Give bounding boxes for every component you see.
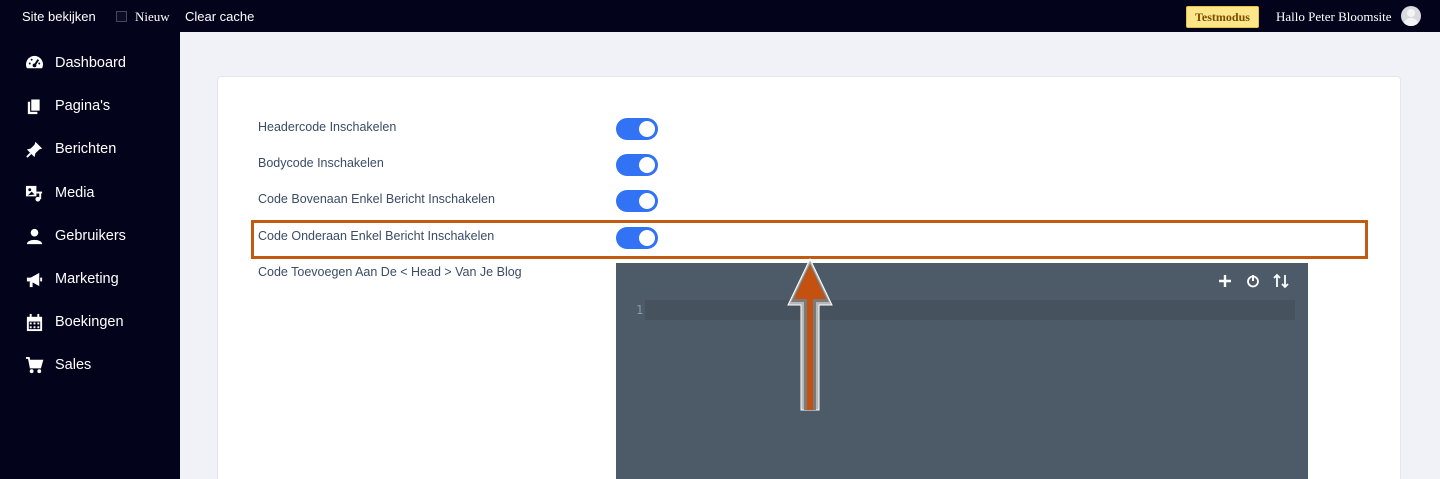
sidebar: Dashboard Pagina's Berichten Media Gebru… — [0, 32, 180, 479]
sidebar-item-media[interactable]: Media — [0, 178, 180, 208]
sidebar-item-label: Marketing — [55, 271, 119, 287]
sidebar-item-bookings[interactable]: Boekingen — [0, 307, 180, 337]
code-editor[interactable]: 1 — [616, 263, 1308, 479]
power-icon[interactable] — [1243, 271, 1263, 291]
bodycode-label: Bodycode Inschakelen — [258, 156, 384, 170]
testmode-badge: Testmodus — [1186, 6, 1259, 28]
avatar[interactable] — [1401, 6, 1421, 26]
pages-icon — [25, 97, 44, 116]
sidebar-item-dashboard[interactable]: Dashboard — [0, 48, 180, 78]
view-site-link[interactable]: Site bekijken — [22, 8, 96, 25]
headercode-toggle[interactable] — [616, 118, 658, 140]
sidebar-item-label: Berichten — [55, 141, 117, 157]
admin-topbar: Site bekijken Nieuw Clear cache Testmodu… — [0, 0, 1440, 32]
sort-icon[interactable] — [1271, 271, 1291, 291]
dashboard-icon — [25, 54, 44, 73]
sidebar-item-label: Sales — [55, 357, 92, 373]
line-number: 1 — [636, 303, 644, 317]
plus-icon[interactable] — [1215, 271, 1235, 291]
head-code-label: Code Toevoegen Aan De < Head > Van Je Bl… — [258, 265, 522, 279]
pin-icon — [25, 140, 44, 159]
new-link[interactable]: Nieuw — [135, 8, 170, 25]
sidebar-item-label: Dashboard — [55, 55, 126, 71]
new-checkbox-icon[interactable] — [116, 11, 127, 22]
clear-cache-link[interactable]: Clear cache — [185, 8, 254, 25]
sidebar-item-posts[interactable]: Berichten — [0, 134, 180, 164]
sidebar-item-label: Boekingen — [55, 314, 124, 330]
user-icon — [25, 227, 44, 246]
cart-icon — [25, 356, 44, 375]
highlight-box — [251, 220, 1368, 259]
media-icon — [25, 184, 44, 203]
headercode-label: Headercode Inschakelen — [258, 120, 397, 134]
sidebar-item-label: Gebruikers — [55, 228, 126, 244]
calendar-icon — [25, 313, 44, 332]
user-greeting[interactable]: Hallo Peter Bloomsite — [1276, 8, 1392, 25]
sidebar-item-label: Media — [55, 185, 95, 201]
sidebar-item-users[interactable]: Gebruikers — [0, 221, 180, 251]
code-top-post-toggle[interactable] — [616, 190, 658, 212]
sidebar-item-marketing[interactable]: Marketing — [0, 264, 180, 294]
sidebar-item-pages[interactable]: Pagina's — [0, 91, 180, 121]
megaphone-icon — [25, 270, 44, 289]
arrow-up-icon — [787, 257, 833, 411]
bodycode-toggle[interactable] — [616, 154, 658, 176]
sidebar-item-sales[interactable]: Sales — [0, 350, 180, 380]
sidebar-item-label: Pagina's — [55, 98, 111, 114]
editor-active-line[interactable] — [645, 300, 1295, 320]
code-top-post-label: Code Bovenaan Enkel Bericht Inschakelen — [258, 192, 495, 206]
